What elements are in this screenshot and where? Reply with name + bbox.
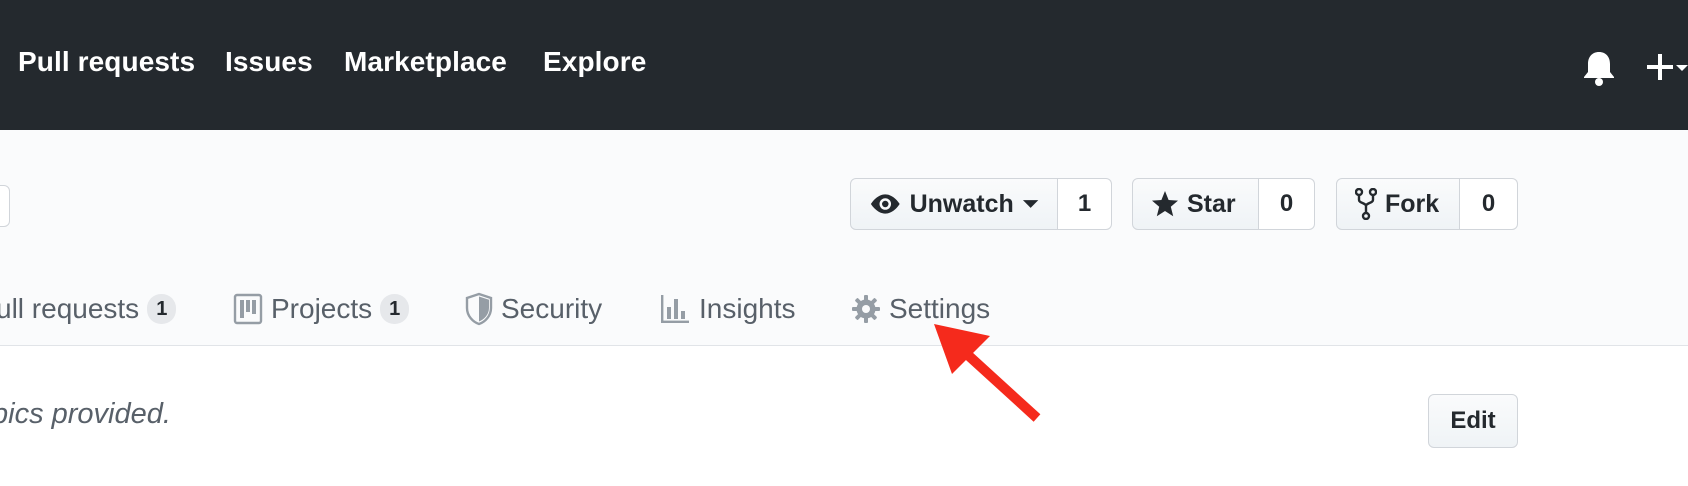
nav-explore[interactable]: Explore (543, 46, 646, 78)
project-icon (233, 293, 263, 325)
tab-insights-label: Insights (699, 293, 796, 324)
tab-security[interactable]: Security (465, 289, 602, 329)
tab-settings-label: Settings (889, 293, 991, 324)
star-icon (1152, 191, 1178, 217)
star-button-group: Star 0 (1132, 178, 1315, 232)
nav-pull-requests[interactable]: Pull requests (18, 46, 195, 78)
watchers-count[interactable]: 1 (1058, 178, 1112, 230)
tab-insights[interactable]: Insights (659, 289, 796, 329)
unwatch-label: Unwatch (909, 189, 1014, 218)
caret-down-icon (1022, 200, 1039, 208)
star-button[interactable]: Star (1132, 178, 1259, 230)
gear-icon (852, 295, 880, 323)
bell-icon[interactable] (1582, 50, 1616, 86)
eye-icon (870, 194, 900, 214)
watch-button-group: Unwatch 1 (850, 178, 1112, 232)
repo-title-field[interactable] (0, 185, 10, 227)
pull-requests-counter: 1 (147, 294, 177, 324)
repo-header: Unwatch 1 Star 0 Fork 0 ull requests 1 P… (0, 130, 1688, 346)
plus-dropdown-icon[interactable] (1646, 50, 1688, 86)
tab-projects-label: Projects (271, 293, 373, 324)
graph-icon (661, 295, 689, 323)
tab-projects[interactable]: Projects 1 (233, 289, 410, 329)
fork-label: Fork (1385, 189, 1440, 218)
fork-button-group: Fork 0 (1336, 178, 1518, 232)
fork-icon (1355, 188, 1377, 220)
star-label: Star (1187, 189, 1236, 218)
forks-count[interactable]: 0 (1460, 178, 1518, 230)
edit-button[interactable]: Edit (1428, 394, 1518, 448)
tab-pull-requests-label: ull requests (0, 293, 140, 324)
topics-description: pics provided. (0, 398, 171, 430)
stars-count[interactable]: 0 (1259, 178, 1315, 230)
global-header: Pull requests Issues Marketplace Explore (0, 0, 1688, 130)
tab-security-label: Security (501, 293, 603, 324)
fork-button[interactable]: Fork (1336, 178, 1460, 230)
annotation-arrow-icon (934, 324, 1041, 422)
projects-counter: 1 (380, 294, 410, 324)
nav-marketplace[interactable]: Marketplace (344, 46, 507, 78)
tab-pull-requests[interactable]: ull requests 1 (0, 289, 177, 329)
unwatch-button[interactable]: Unwatch (850, 178, 1058, 230)
shield-icon (465, 292, 493, 326)
nav-issues[interactable]: Issues (225, 46, 313, 78)
